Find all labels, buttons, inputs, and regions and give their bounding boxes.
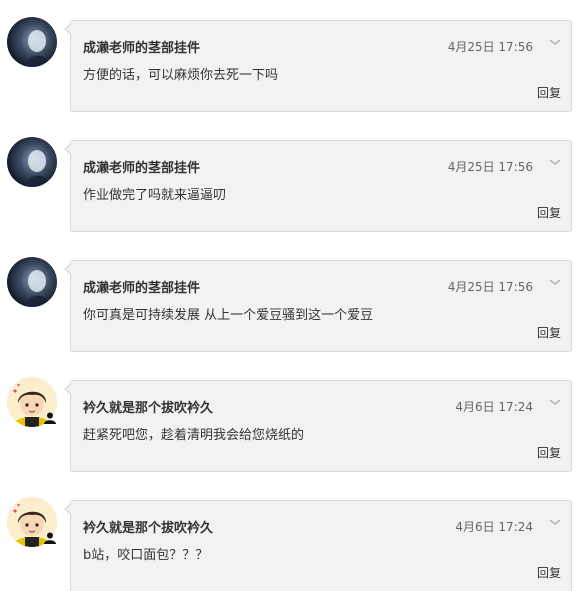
message-bubble: 成濑老师的茎部挂件 4月25日 17:56 你可真是可持续发展 从上一个爱豆骚到… (64, 260, 572, 352)
avatar[interactable] (7, 17, 57, 67)
chevron-down-icon[interactable] (549, 37, 561, 47)
sender-name[interactable]: 成濑老师的茎部挂件 (83, 157, 200, 176)
sender-name[interactable]: 成濑老师的茎部挂件 (83, 277, 200, 296)
message-item: 衿久就是那个拔吹衿久 4月6日 17:24 b站，咬口面包？？？ 回复 (0, 497, 582, 591)
message-time: 4月6日 17:24 (455, 520, 533, 534)
message-text: b站，咬口面包？？？ (83, 548, 209, 563)
message-item: 成濑老师的茎部挂件 4月25日 17:56 作业做完了吗就来逼逼叨 回复 (0, 137, 582, 234)
reply-button[interactable]: 回复 (537, 324, 561, 341)
message-time: 4月25日 17:56 (447, 280, 533, 294)
chevron-down-icon[interactable] (549, 517, 561, 527)
message-item: 成濑老师的茎部挂件 4月25日 17:56 方便的话，可以麻烦你去死一下吗 回复 (0, 17, 582, 114)
chevron-down-icon[interactable] (549, 277, 561, 287)
reply-button[interactable]: 回复 (537, 84, 561, 101)
message-time: 4月6日 17:24 (455, 400, 533, 414)
sender-name[interactable]: 衿久就是那个拔吹衿久 (83, 517, 213, 536)
dark-silhouette-avatar-icon (7, 17, 57, 67)
message-bubble: 衿久就是那个拔吹衿久 4月6日 17:24 赶紧死吧您，趁着清明我会给您烧纸的 … (64, 380, 572, 472)
message-bubble: 衿久就是那个拔吹衿久 4月6日 17:24 b站，咬口面包？？？ 回复 (64, 500, 572, 591)
message-bubble: 成濑老师的茎部挂件 4月25日 17:56 方便的话，可以麻烦你去死一下吗 回复 (64, 20, 572, 112)
message-feed: 成濑老师的茎部挂件 4月25日 17:56 方便的话，可以麻烦你去死一下吗 回复 (0, 0, 582, 591)
reply-button[interactable]: 回复 (537, 564, 561, 581)
message-item: 衿久就是那个拔吹衿久 4月6日 17:24 赶紧死吧您，趁着清明我会给您烧纸的 … (0, 377, 582, 474)
dark-silhouette-avatar-icon (7, 137, 57, 187)
sender-name[interactable]: 成濑老师的茎部挂件 (83, 37, 200, 56)
dark-silhouette-avatar-icon (7, 257, 57, 307)
message-time: 4月25日 17:56 (447, 160, 533, 174)
chevron-down-icon[interactable] (549, 157, 561, 167)
avatar[interactable] (7, 257, 57, 307)
sender-name[interactable]: 衿久就是那个拔吹衿久 (83, 397, 213, 416)
message-item: 成濑老师的茎部挂件 4月25日 17:56 你可真是可持续发展 从上一个爱豆骚到… (0, 257, 582, 354)
message-text: 赶紧死吧您，趁着清明我会给您烧纸的 (83, 428, 305, 443)
message-text: 你可真是可持续发展 从上一个爱豆骚到这一个爱豆 (83, 308, 374, 323)
message-text: 作业做完了吗就来逼逼叨 (83, 188, 227, 203)
user-badge-icon (44, 532, 56, 544)
message-text: 方便的话，可以麻烦你去死一下吗 (83, 68, 279, 83)
avatar[interactable] (7, 137, 57, 187)
user-badge-icon (44, 412, 56, 424)
message-time: 4月25日 17:56 (447, 40, 533, 54)
chevron-down-icon[interactable] (549, 397, 561, 407)
reply-button[interactable]: 回复 (537, 204, 561, 221)
reply-button[interactable]: 回复 (537, 444, 561, 461)
message-bubble: 成濑老师的茎部挂件 4月25日 17:56 作业做完了吗就来逼逼叨 回复 (64, 140, 572, 232)
